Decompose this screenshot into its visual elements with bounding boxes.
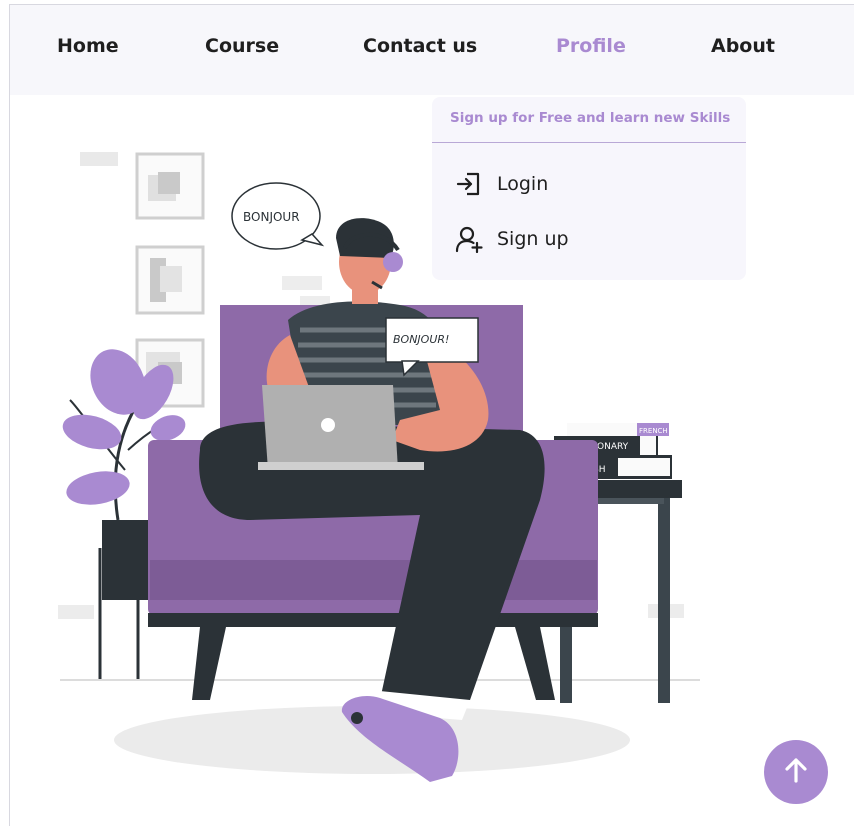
nav-home[interactable]: Home <box>57 35 119 57</box>
add-user-icon <box>454 224 484 254</box>
wall-brick <box>282 276 322 290</box>
login-menu-item[interactable]: Login <box>454 164 724 204</box>
signup-label: Sign up <box>497 228 569 250</box>
wall-brick <box>58 605 94 619</box>
scroll-to-top-button[interactable] <box>764 740 828 804</box>
dropdown-divider <box>432 142 746 143</box>
dropdown-header: Sign up for Free and learn new Skills <box>450 110 731 126</box>
arrow-up-icon <box>781 755 811 789</box>
top-navbar: Home Course Contact us Profile About <box>10 5 854 95</box>
book-french-label: FRENCH <box>639 427 668 435</box>
speech-bubble-right-text: BONJOUR! <box>393 333 449 346</box>
nav-about[interactable]: About <box>711 35 775 57</box>
person <box>199 218 545 782</box>
signup-menu-item[interactable]: Sign up <box>454 219 724 259</box>
profile-dropdown-menu: Sign up for Free and learn new Skills Lo… <box>432 97 746 280</box>
login-icon <box>454 169 484 199</box>
speech-bubble-left: BONJOUR <box>231 182 325 250</box>
nav-contact-us[interactable]: Contact us <box>363 35 477 57</box>
login-label: Login <box>497 173 549 195</box>
nav-course[interactable]: Course <box>205 35 279 57</box>
speech-bubble-left-text: BONJOUR <box>243 210 300 224</box>
wall-brick <box>80 152 118 166</box>
nav-profile[interactable]: Profile <box>556 35 626 57</box>
